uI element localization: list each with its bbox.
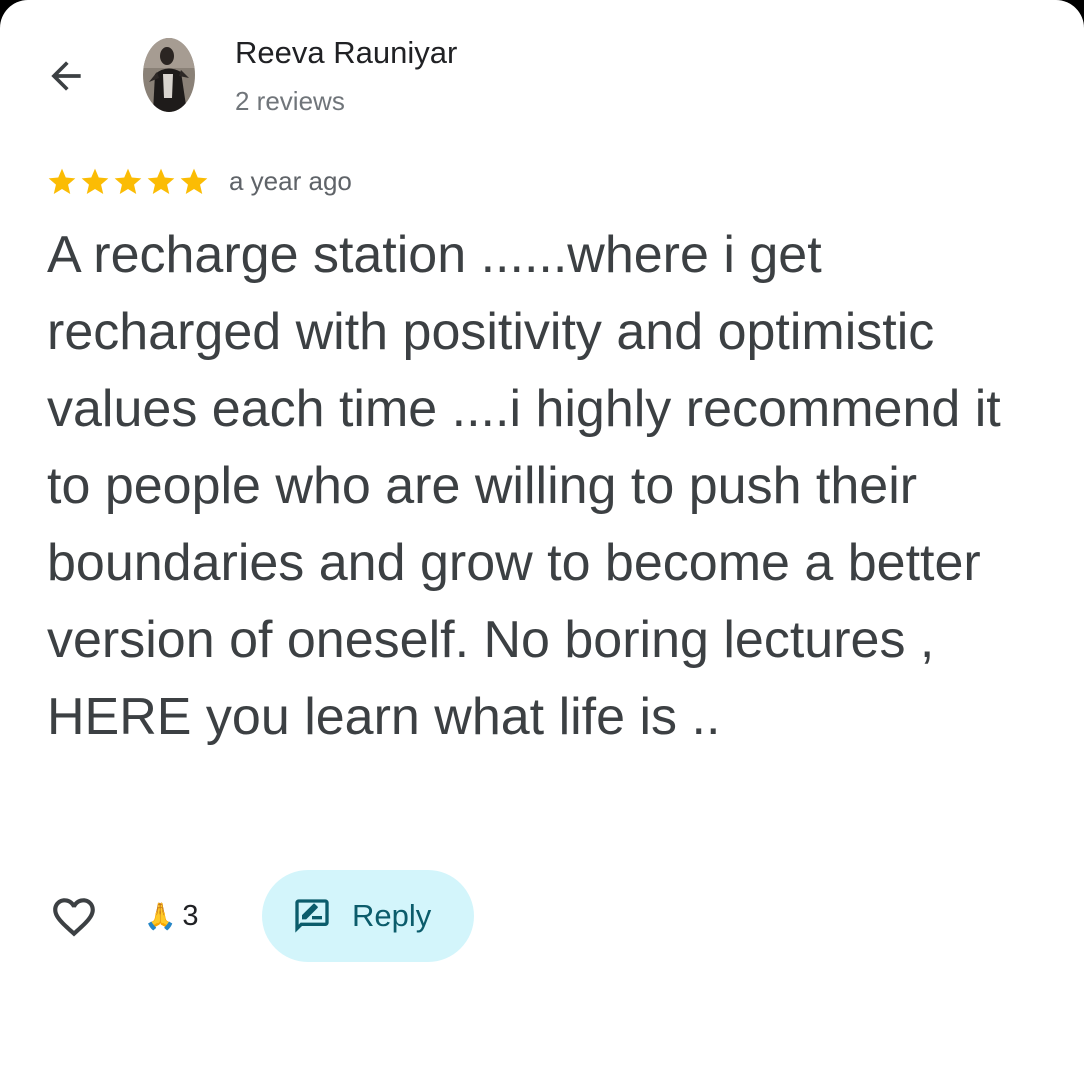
star-icon	[81, 168, 109, 194]
reviewer-review-count: 2 reviews	[235, 86, 345, 116]
reaction-count: 3	[182, 899, 199, 932]
avatar-photo	[143, 38, 195, 112]
reviewer-name[interactable]: Reeva Rauniyar	[235, 35, 457, 71]
reaction-chip[interactable]: 🙏 3	[144, 896, 199, 936]
reply-label: Reply	[352, 898, 432, 933]
heart-outline-icon	[53, 898, 95, 937]
arrow-back-icon	[51, 61, 81, 91]
star-icon	[180, 168, 208, 194]
review-text: A recharge station ......where i get rec…	[47, 226, 1001, 746]
rate-review-icon	[295, 899, 329, 933]
star-icon	[147, 168, 175, 194]
avatar[interactable]	[143, 38, 195, 112]
pray-emoji: 🙏	[144, 901, 177, 931]
review-detail-card: Reeva Rauniyar 2 reviews a year ago A re…	[0, 0, 1084, 1077]
reply-button[interactable]: Reply	[262, 870, 474, 962]
back-button[interactable]	[38, 48, 94, 104]
star-icon	[114, 168, 142, 194]
star-icon	[48, 168, 76, 194]
star-rating	[46, 166, 210, 198]
like-button[interactable]	[48, 891, 100, 943]
review-time: a year ago	[229, 166, 352, 196]
